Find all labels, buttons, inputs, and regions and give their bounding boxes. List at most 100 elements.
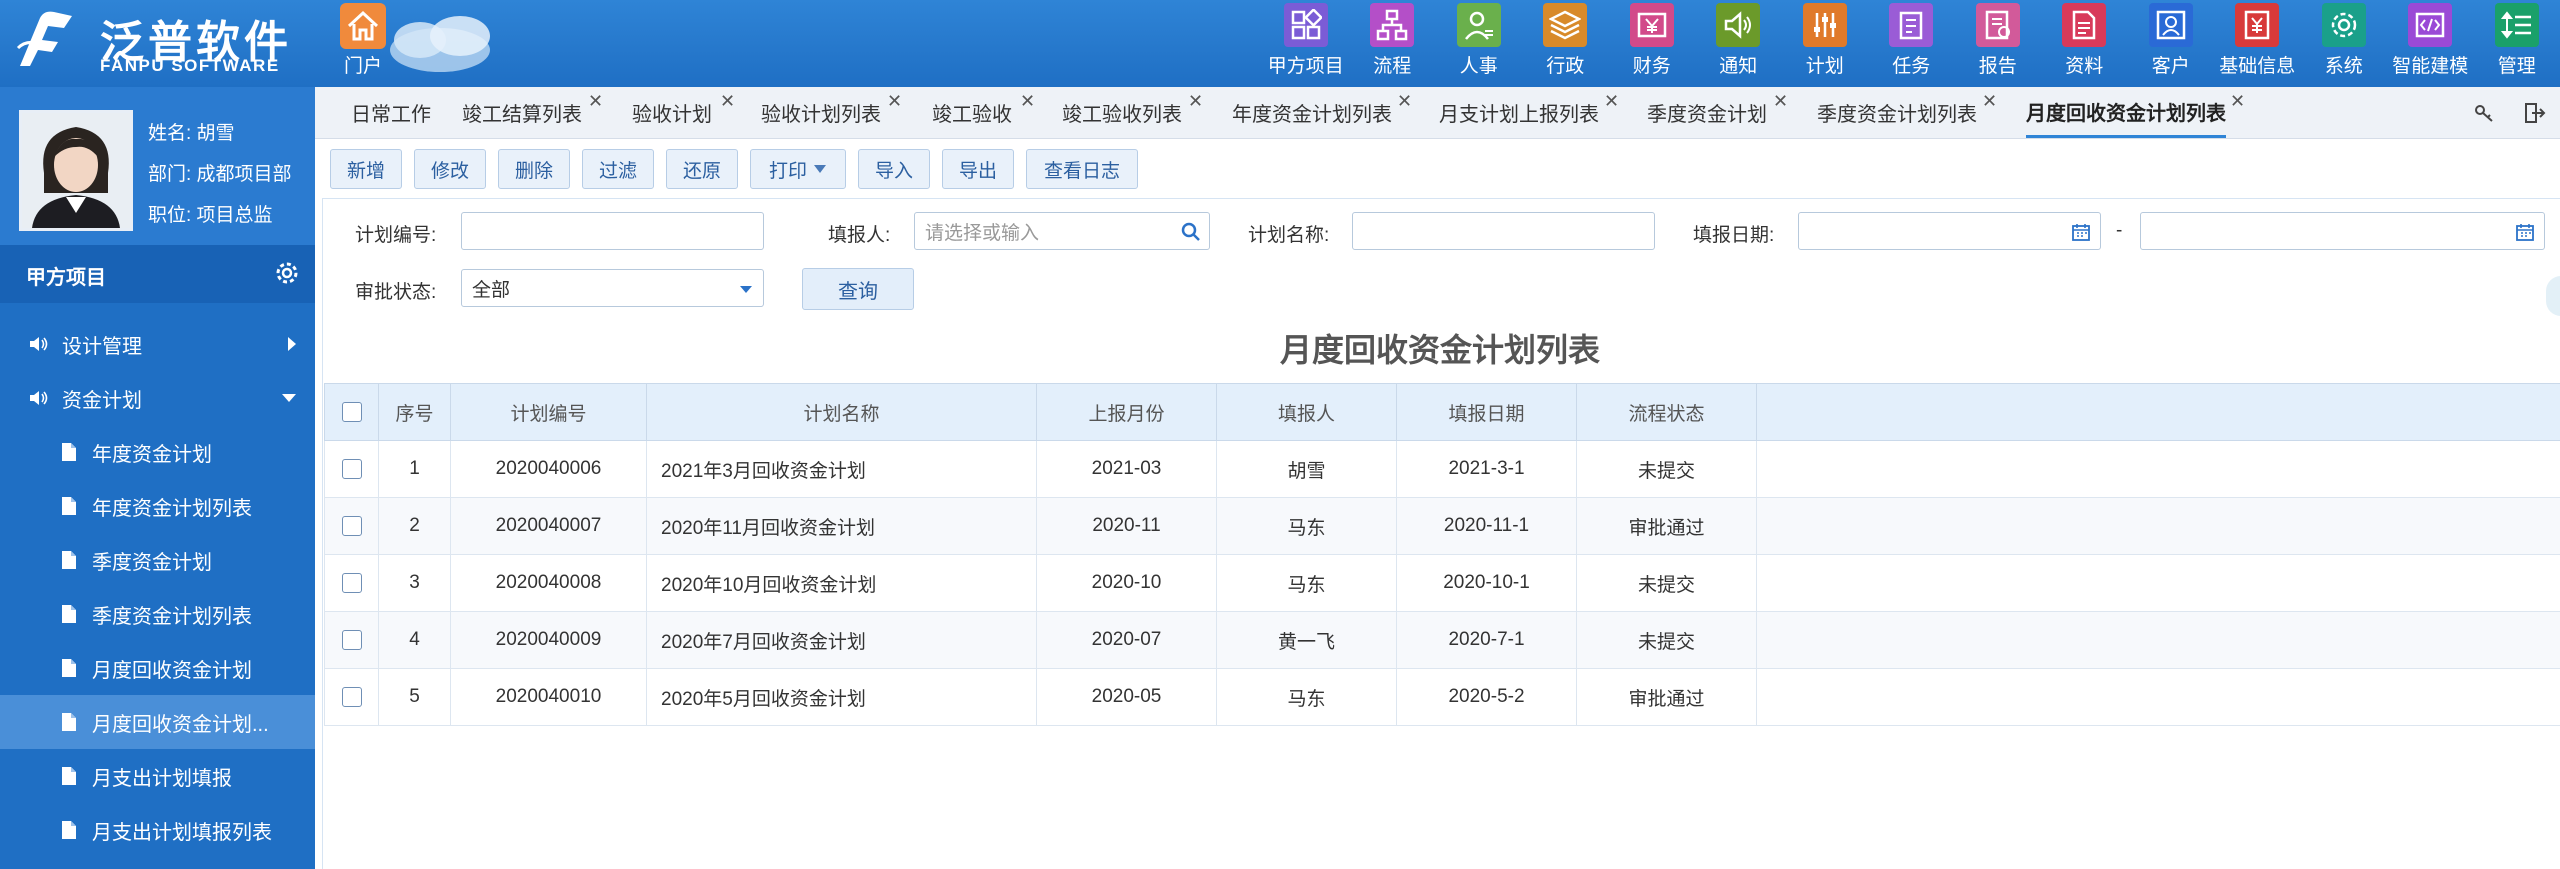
- sidebar-item-quarterly-fund-plan[interactable]: 季度资金计划: [0, 533, 315, 587]
- print-button[interactable]: 打印: [750, 149, 846, 189]
- reporter-link[interactable]: 马东: [1216, 668, 1397, 726]
- view-log-button[interactable]: 查看日志: [1026, 149, 1138, 189]
- nav-item-management[interactable]: 管理: [2474, 0, 2560, 87]
- report-date-end-input[interactable]: [2140, 212, 2545, 250]
- plan-no-link[interactable]: 2020040007: [450, 497, 647, 555]
- nav-item-smart-modeling[interactable]: 智能建模: [2387, 0, 2474, 87]
- add-button[interactable]: 新增: [330, 149, 402, 189]
- column-header-report-month[interactable]: 上报月份: [1036, 383, 1217, 441]
- avatar[interactable]: [19, 110, 133, 231]
- plan-no-link[interactable]: 2020040006: [450, 440, 647, 498]
- close-icon[interactable]: ✕: [1604, 91, 1619, 112]
- nav-item-basic-info[interactable]: 基础信息: [2214, 0, 2301, 87]
- logout-icon[interactable]: [2522, 101, 2546, 125]
- approval-status-select[interactable]: 全部: [461, 269, 764, 307]
- column-header-reporter[interactable]: 填报人: [1216, 383, 1397, 441]
- nav-item-notice[interactable]: 通知: [1695, 0, 1782, 87]
- row-checkbox[interactable]: [341, 458, 362, 479]
- flow-status-cell[interactable]: 未提交: [1576, 554, 1757, 612]
- nav-item-admin[interactable]: 行政: [1522, 0, 1609, 87]
- plan-name-link[interactable]: 2020年10月回收资金计划: [646, 554, 1037, 612]
- row-checkbox[interactable]: [341, 686, 362, 707]
- table-row[interactable]: 2 2020040007 2020年11月回收资金计划 2020-11 马东 2…: [324, 497, 2560, 555]
- close-icon[interactable]: ✕: [588, 91, 603, 112]
- column-header-plan-name[interactable]: 计划名称: [646, 383, 1037, 441]
- plan-no-link[interactable]: 2020040008: [450, 554, 647, 612]
- sidebar-item-monthly-expense-report[interactable]: 月支出计划填报: [0, 749, 315, 803]
- tab-acceptance-plan[interactable]: 验收计划 ✕: [632, 87, 735, 138]
- reporter-input[interactable]: 请选择或输入: [914, 212, 1210, 250]
- nav-item-materials[interactable]: 资料: [2041, 0, 2128, 87]
- plan-no-link[interactable]: 2020040009: [450, 611, 647, 669]
- plan-name-link[interactable]: 2020年7月回收资金计划: [646, 611, 1037, 669]
- nav-item-task[interactable]: 任务: [1868, 0, 1955, 87]
- import-button[interactable]: 导入: [858, 149, 930, 189]
- gear-icon[interactable]: [275, 261, 299, 285]
- calendar-icon[interactable]: [2516, 223, 2534, 241]
- nav-item-finance[interactable]: 财务: [1609, 0, 1696, 87]
- sidebar-item-monthly-recovery-plan-list[interactable]: 月度回收资金计划...: [0, 695, 315, 749]
- nav-item-system[interactable]: 系统: [2301, 0, 2388, 87]
- sidebar-item-quarterly-fund-plan-list[interactable]: 季度资金计划列表: [0, 587, 315, 641]
- close-icon[interactable]: ✕: [887, 91, 902, 112]
- flow-status-cell[interactable]: 未提交: [1576, 440, 1757, 498]
- nav-item-workflow[interactable]: 流程: [1349, 0, 1436, 87]
- tab-completion-acceptance[interactable]: 竣工验收 ✕: [932, 87, 1035, 138]
- table-row[interactable]: 1 2020040006 2021年3月回收资金计划 2021-03 胡雪 20…: [324, 440, 2560, 498]
- nav-item-plan[interactable]: 计划: [1782, 0, 1869, 87]
- table-row[interactable]: 3 2020040008 2020年10月回收资金计划 2020-10 马东 2…: [324, 554, 2560, 612]
- edit-button[interactable]: 修改: [414, 149, 486, 189]
- search-icon[interactable]: [1181, 222, 1201, 242]
- export-button[interactable]: 导出: [942, 149, 1014, 189]
- plan-name-link[interactable]: 2021年3月回收资金计划: [646, 440, 1037, 498]
- sidebar-item-monthly-recovery-plan[interactable]: 月度回收资金计划: [0, 641, 315, 695]
- side-scroll-handle[interactable]: [2546, 276, 2560, 316]
- table-row[interactable]: 5 2020040010 2020年5月回收资金计划 2020-05 马东 20…: [324, 668, 2560, 726]
- reporter-link[interactable]: 马东: [1216, 554, 1397, 612]
- tab-quarterly-fund-plan-list[interactable]: 季度资金计划列表 ✕: [1817, 87, 1997, 138]
- sidebar-item-design-management[interactable]: 设计管理: [0, 317, 315, 371]
- plan-name-link[interactable]: 2020年5月回收资金计划: [646, 668, 1037, 726]
- reporter-link[interactable]: 黄一飞: [1216, 611, 1397, 669]
- flow-status-cell[interactable]: 未提交: [1576, 611, 1757, 669]
- table-row[interactable]: 4 2020040009 2020年7月回收资金计划 2020-07 黄一飞 2…: [324, 611, 2560, 669]
- row-checkbox[interactable]: [341, 629, 362, 650]
- close-icon[interactable]: ✕: [2230, 91, 2245, 112]
- sidebar-item-annual-fund-plan[interactable]: 年度资金计划: [0, 425, 315, 479]
- close-icon[interactable]: ✕: [1773, 91, 1788, 112]
- flow-status-cell[interactable]: 审批通过: [1576, 497, 1757, 555]
- query-button[interactable]: 查询: [802, 268, 914, 310]
- restore-button[interactable]: 还原: [666, 149, 738, 189]
- reporter-link[interactable]: 马东: [1216, 497, 1397, 555]
- nav-item-hr[interactable]: 人事: [1436, 0, 1523, 87]
- row-select-cell[interactable]: [324, 611, 379, 669]
- plan-name-input[interactable]: [1352, 212, 1655, 250]
- key-icon[interactable]: [2472, 101, 2496, 125]
- tab-daily-work[interactable]: 日常工作: [351, 87, 431, 138]
- close-icon[interactable]: ✕: [720, 91, 735, 112]
- sidebar-item-monthly-expense-report-list[interactable]: 月支出计划填报列表: [0, 803, 315, 857]
- close-icon[interactable]: ✕: [1982, 91, 1997, 112]
- tab-monthly-recovery-plan-list[interactable]: 月度回收资金计划列表 ✕: [2026, 87, 2245, 138]
- home-portal-button[interactable]: 门户: [330, 0, 396, 87]
- row-select-cell[interactable]: [324, 440, 379, 498]
- select-all-header[interactable]: [324, 383, 379, 441]
- nav-item-client-project[interactable]: 甲方项目: [1263, 0, 1350, 87]
- row-select-cell[interactable]: [324, 554, 379, 612]
- tab-completion-acceptance-list[interactable]: 竣工验收列表 ✕: [1062, 87, 1203, 138]
- tab-monthly-expense-report-list[interactable]: 月支计划上报列表 ✕: [1439, 87, 1619, 138]
- nav-item-report[interactable]: 报告: [1955, 0, 2042, 87]
- plan-name-link[interactable]: 2020年11月回收资金计划: [646, 497, 1037, 555]
- report-date-start-input[interactable]: [1798, 212, 2101, 250]
- delete-button[interactable]: 删除: [498, 149, 570, 189]
- row-select-cell[interactable]: [324, 497, 379, 555]
- column-header-report-date[interactable]: 填报日期: [1396, 383, 1577, 441]
- column-header-flow-status[interactable]: 流程状态: [1576, 383, 1757, 441]
- plan-no-input[interactable]: [461, 212, 764, 250]
- close-icon[interactable]: ✕: [1188, 91, 1203, 112]
- tab-acceptance-plan-list[interactable]: 验收计划列表 ✕: [761, 87, 902, 138]
- column-header-seq[interactable]: 序号: [378, 383, 451, 441]
- calendar-icon[interactable]: [2072, 223, 2090, 241]
- plan-no-link[interactable]: 2020040010: [450, 668, 647, 726]
- row-checkbox[interactable]: [341, 572, 362, 593]
